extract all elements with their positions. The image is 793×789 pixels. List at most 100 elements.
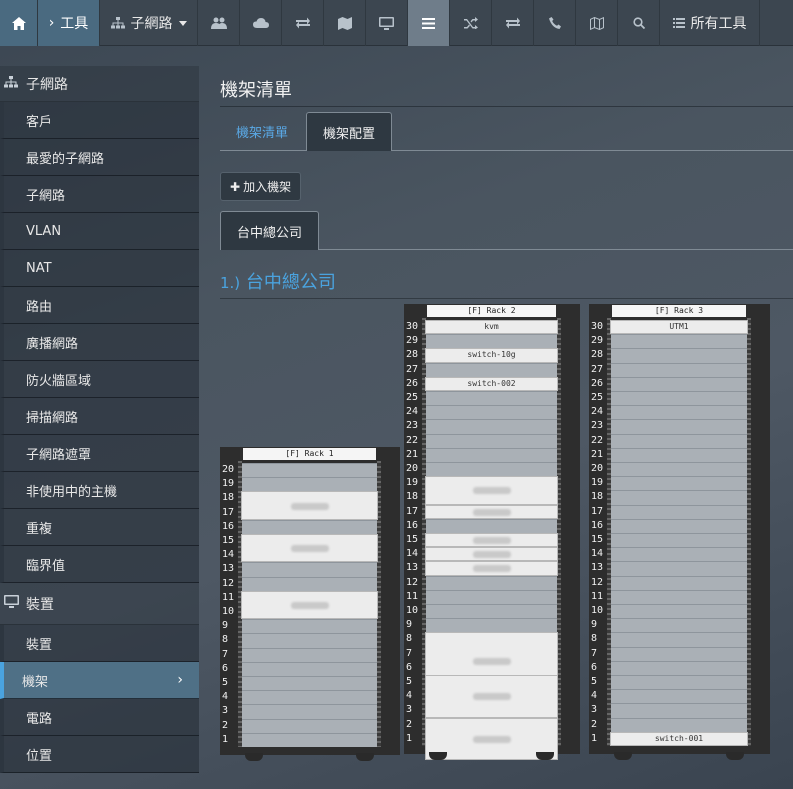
rack-unit-number: 18 <box>591 491 604 503</box>
sidebar-item[interactable]: 臨界值 <box>0 546 199 583</box>
rack-unit-number: 27 <box>591 363 604 375</box>
exchange-alt-button[interactable] <box>492 0 534 46</box>
tools-breadcrumb-button[interactable]: › 工具 <box>38 0 100 46</box>
rack-unit-number: 20 <box>591 463 604 474</box>
sidebar-item[interactable]: 機架 › <box>0 662 199 699</box>
sidebar-item[interactable]: 子網路遮罩 <box>0 435 199 472</box>
sidebar-item[interactable]: VLAN <box>0 213 199 250</box>
rack-unit-slot <box>608 689 750 704</box>
rack-device[interactable] <box>425 675 558 718</box>
sidebar-item-label: 非使用中的主機 <box>26 484 118 500</box>
rack-unit-number: 26 <box>406 377 419 389</box>
sidebar-item[interactable]: 路由 <box>0 287 199 324</box>
search-icon <box>632 17 645 29</box>
rack-unit-slot <box>608 703 750 718</box>
rack-unit-slot <box>239 732 380 747</box>
location-tabs: 台中總公司 <box>220 211 793 250</box>
sidebar-item-label: 最愛的子網路 <box>26 151 105 167</box>
users-button[interactable] <box>198 0 240 46</box>
sidebar-item[interactable]: 電路 <box>0 699 199 736</box>
rack-device[interactable] <box>425 533 558 548</box>
rack[interactable]: [F] Rack 3 30 29 28 27 26 25 24 23 22 21 20 19 18 17 16… <box>589 304 770 760</box>
search-button[interactable] <box>618 0 660 46</box>
sidebar-item[interactable]: 重複 <box>0 509 199 546</box>
rack-unit-slot <box>239 690 380 705</box>
rack-device[interactable]: switch-002 <box>425 376 558 391</box>
all-tools-button[interactable]: 所有工具 <box>660 0 760 46</box>
rack-unit-number: 7 <box>591 647 598 659</box>
sidebar-section-title: 裝置 <box>26 596 54 613</box>
rack-device[interactable] <box>425 504 558 519</box>
rack-device[interactable]: kvm <box>425 320 558 335</box>
rack-device[interactable] <box>241 491 378 520</box>
subnet-dropdown-button[interactable]: 子網路 <box>100 0 198 46</box>
rack-unit-number: 2 <box>591 718 598 730</box>
rack-device[interactable] <box>425 476 558 505</box>
rack-device[interactable] <box>241 534 378 563</box>
menu-button[interactable] <box>408 0 450 46</box>
rack-unit-number: 9 <box>591 619 598 631</box>
rack-unit-number: 21 <box>406 448 419 460</box>
rack-unit-slot <box>608 476 750 491</box>
exchange-button[interactable] <box>282 0 324 46</box>
rack-unit-slot <box>608 717 750 732</box>
rack-unit-slot <box>423 433 560 448</box>
rack-unit-slot <box>423 447 560 462</box>
rack-unit-number: 9 <box>406 619 413 631</box>
redacted-label <box>472 735 511 743</box>
rack-unit-slot <box>608 575 750 590</box>
tab-location[interactable]: 台中總公司 <box>220 211 320 250</box>
home-icon <box>11 16 26 30</box>
section-heading: 1.) 台中總公司 <box>220 268 336 294</box>
sidebar-item[interactable]: 廣播網路 <box>0 324 199 361</box>
desktop-button[interactable] <box>366 0 408 46</box>
rack-unit-slot <box>423 618 560 633</box>
rack-device[interactable]: UTM1 <box>610 320 748 335</box>
rack-unit-number: 3 <box>222 705 229 717</box>
sitemap-icon <box>110 17 125 29</box>
tab-rack-list[interactable]: 機架清單 <box>220 112 304 151</box>
map-alt-button[interactable] <box>576 0 618 46</box>
tab-rack-layout[interactable]: 機架配置 <box>306 112 393 151</box>
rack[interactable]: [F] Rack 2 30 29 28 27 26 25 24 23 22 21 20 19 18 17 16… <box>404 304 580 761</box>
sidebar-item[interactable]: 非使用中的主機 <box>0 472 199 509</box>
rack-unit-number: 7 <box>406 647 413 659</box>
sidebar-item[interactable]: 防火牆區域 <box>0 361 199 398</box>
rack-unit-slot <box>423 518 560 533</box>
rack-device[interactable]: switch-001 <box>610 731 748 746</box>
sitemap-icon <box>4 75 22 92</box>
rack-unit-number: 19 <box>406 477 419 489</box>
sidebar-item[interactable]: 最愛的子網路 <box>0 139 199 176</box>
rack-unit-number: 30 <box>406 321 419 332</box>
rack-unit-number: 6 <box>222 662 229 674</box>
sidebar-item[interactable]: 客戶 <box>0 102 199 139</box>
random-button[interactable] <box>450 0 492 46</box>
phone-button[interactable] <box>534 0 576 46</box>
sidebar-item[interactable]: 子網路 <box>0 176 199 213</box>
rack-unit-number: 23 <box>406 420 419 432</box>
sidebar-item[interactable]: 位置 <box>0 736 199 773</box>
rack-unit-slot <box>239 519 380 534</box>
home-button[interactable] <box>0 0 38 46</box>
map-button[interactable] <box>324 0 366 46</box>
add-rack-button[interactable]: ✚ 加入機架 <box>220 172 302 201</box>
rack-foot <box>245 753 263 761</box>
rack-unit-number: 22 <box>591 434 604 446</box>
rack-unit-slot <box>608 419 750 434</box>
rack-device[interactable]: switch-10g <box>425 348 558 363</box>
add-rack-label: 加入機架 <box>243 180 292 194</box>
rack[interactable]: [F] Rack 1 20 19 18 17 16 15 14 13 12 11 10 9 8 7 6 5 4 3 2… <box>220 447 400 761</box>
sidebar-item[interactable]: 掃描網路 <box>0 398 199 435</box>
sidebar-item[interactable]: 裝置 <box>0 625 199 662</box>
rack-unit-number: 17 <box>591 505 604 517</box>
rack-device[interactable] <box>425 547 558 562</box>
rack-foot <box>429 752 447 760</box>
rack-device[interactable] <box>425 561 558 576</box>
rack-title: [F] Rack 1 <box>243 448 376 460</box>
rack-device-label: switch-001 <box>654 733 704 743</box>
sidebar-item[interactable]: NAT <box>0 250 199 287</box>
cloud-button[interactable] <box>240 0 282 46</box>
rack-device[interactable] <box>241 590 378 620</box>
sidebar-item-label: 路由 <box>26 299 53 315</box>
rack-unit-slot <box>239 676 380 691</box>
